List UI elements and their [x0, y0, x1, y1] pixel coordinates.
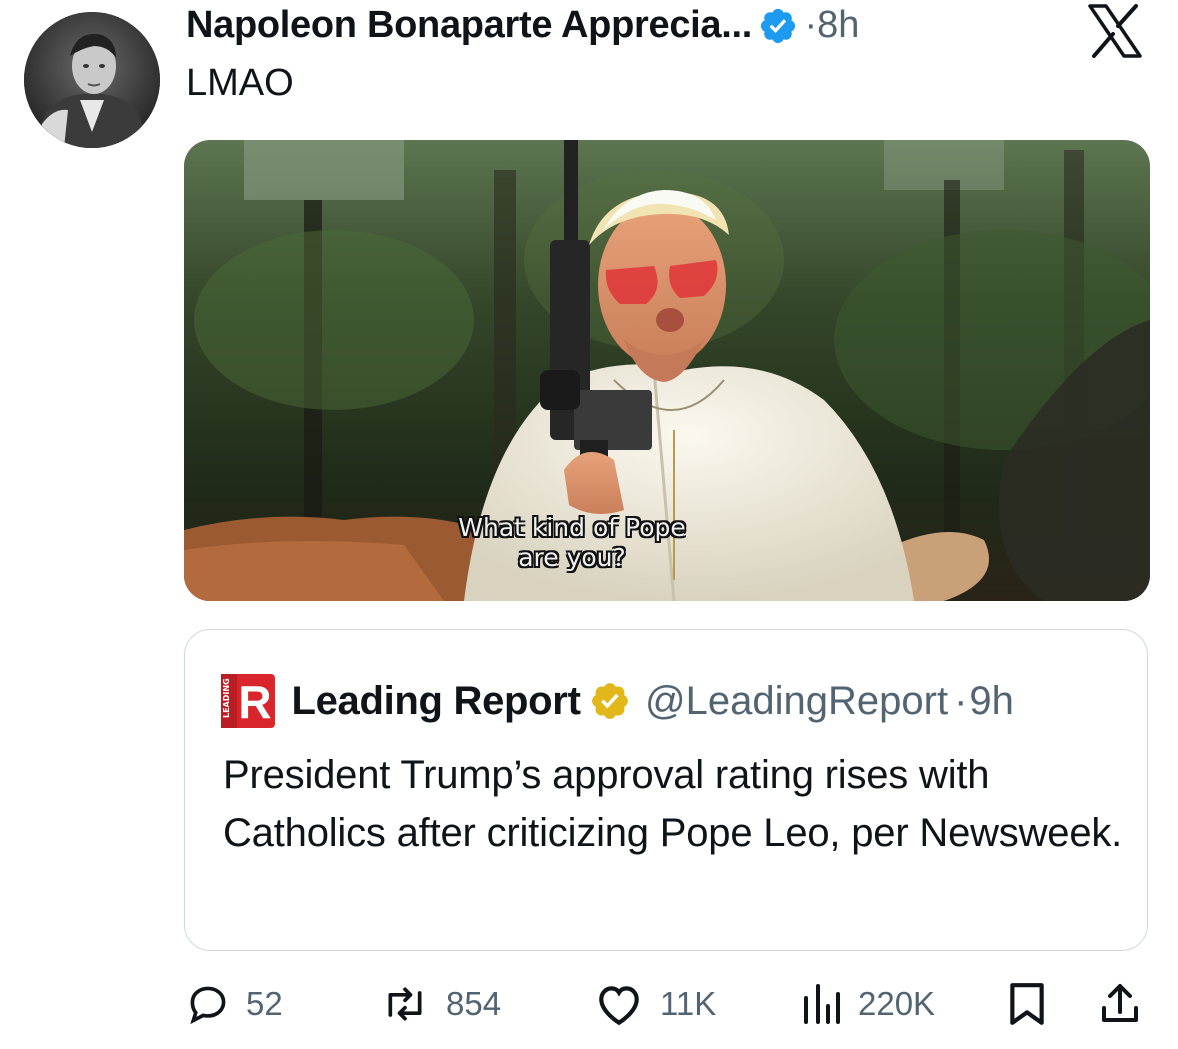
quoted-separator: · — [954, 678, 968, 723]
x-logo-icon — [1086, 4, 1144, 58]
share-button[interactable] — [1098, 972, 1142, 1036]
post-separator: · — [804, 4, 818, 46]
repost-icon — [388, 987, 422, 1021]
napoleon-portrait-image — [24, 12, 160, 148]
post-header: Napoleon Bonaparte Apprecia... ·8h — [186, 4, 1086, 52]
author-name[interactable]: Napoleon Bonaparte Apprecia... — [186, 4, 752, 46]
analytics-icon — [804, 984, 840, 1024]
share-icon — [1102, 984, 1138, 1022]
quoted-time[interactable]: 9h — [969, 679, 1014, 723]
quoted-post-card[interactable]: LEADING R Leading Report @LeadingReport ·… — [184, 629, 1148, 951]
post-action-bar: 52 854 11K 220K — [184, 972, 1150, 1036]
quoted-author-name[interactable]: Leading Report — [291, 679, 580, 723]
like-count: 11K — [660, 985, 717, 1022]
quoted-author-handle[interactable]: @LeadingReport — [645, 679, 948, 723]
leading-report-logo[interactable]: LEADING R — [221, 674, 275, 728]
heart-icon — [599, 986, 639, 1026]
logo-letter: R — [238, 676, 271, 728]
reply-button[interactable]: 52 — [186, 972, 283, 1036]
post-text: LMAO — [186, 62, 294, 104]
reply-icon — [190, 986, 226, 1025]
view-count: 220K — [858, 985, 936, 1022]
gold-verified-badge-icon — [589, 680, 631, 722]
repost-button[interactable]: 854 — [380, 972, 501, 1036]
post-media-image[interactable]: What kind of Pope are you? — [184, 140, 1150, 601]
author-avatar[interactable] — [24, 12, 160, 148]
post-time[interactable]: 8h — [817, 4, 859, 46]
logo-side-text: LEADING — [222, 678, 231, 718]
meme-caption-line1: What kind of Pope — [458, 513, 686, 542]
repost-count: 854 — [446, 985, 502, 1022]
bookmark-button[interactable] — [1006, 972, 1048, 1036]
quoted-post-header: LEADING R Leading Report @LeadingReport ·… — [221, 674, 1014, 728]
reply-count: 52 — [246, 985, 283, 1022]
quoted-post-text: President Trump’s approval rating rises … — [223, 753, 1123, 855]
views-button[interactable]: 220K — [802, 972, 935, 1036]
verified-badge-icon — [758, 6, 798, 46]
like-button[interactable]: 11K — [594, 972, 716, 1036]
meme-caption-line2: are you? — [518, 543, 626, 572]
bookmark-icon — [1010, 983, 1044, 1025]
